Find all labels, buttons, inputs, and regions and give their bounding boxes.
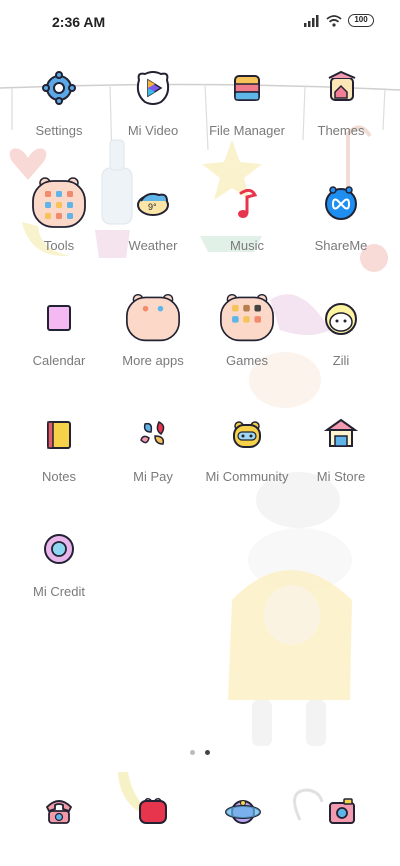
calendar-icon bbox=[31, 290, 87, 346]
music-note-icon bbox=[219, 175, 275, 231]
mi-pay-icon bbox=[125, 406, 181, 462]
mi-store-icon bbox=[313, 406, 369, 462]
mi-credit-icon bbox=[31, 521, 87, 577]
app-label: More apps bbox=[122, 353, 184, 368]
app-games[interactable]: Games bbox=[197, 290, 297, 368]
app-label: File Manager bbox=[209, 123, 285, 138]
app-label: Mi Store bbox=[316, 469, 366, 484]
themes-icon bbox=[313, 60, 369, 116]
app-tools[interactable]: Tools bbox=[9, 175, 109, 253]
messages-icon bbox=[139, 797, 167, 824]
page-dot[interactable] bbox=[190, 750, 195, 755]
app-label: Mi Community bbox=[205, 469, 289, 484]
app-label: ShareMe bbox=[314, 238, 368, 253]
app-shareme[interactable]: ShareMe bbox=[291, 175, 391, 253]
app-label: Mi Video bbox=[127, 123, 179, 138]
browser-icon bbox=[225, 800, 261, 824]
app-weather[interactable]: 9° Weather bbox=[103, 175, 203, 253]
tools-folder-icon bbox=[31, 175, 87, 231]
app-calendar[interactable]: Calendar bbox=[9, 290, 109, 368]
app-settings[interactable]: Settings bbox=[9, 60, 109, 138]
settings-icon bbox=[31, 60, 87, 116]
app-label: Games bbox=[226, 353, 268, 368]
app-mi-community[interactable]: Mi Community bbox=[197, 406, 297, 484]
dock-camera[interactable] bbox=[314, 783, 370, 839]
status-icons: 100 bbox=[304, 14, 374, 27]
app-file-manager[interactable]: File Manager bbox=[197, 60, 297, 138]
svg-text:9°: 9° bbox=[148, 202, 157, 212]
notes-icon bbox=[31, 406, 87, 462]
battery-icon: 100 bbox=[348, 14, 374, 27]
page-indicator[interactable] bbox=[190, 750, 210, 755]
app-notes[interactable]: Notes bbox=[9, 406, 109, 484]
app-label: Mi Pay bbox=[133, 469, 173, 484]
weather-icon: 9° bbox=[125, 175, 181, 231]
dock-phone[interactable] bbox=[31, 783, 87, 839]
phone-icon bbox=[45, 800, 73, 824]
dock-messages[interactable] bbox=[125, 783, 181, 839]
app-music[interactable]: Music bbox=[197, 175, 297, 253]
app-mi-pay[interactable]: Mi Pay bbox=[103, 406, 203, 484]
app-mi-video[interactable]: Mi Video bbox=[103, 60, 203, 138]
app-label: Themes bbox=[317, 123, 365, 138]
camera-icon bbox=[329, 798, 355, 824]
page-dot-current[interactable] bbox=[205, 750, 210, 755]
app-label: Weather bbox=[128, 238, 178, 253]
app-mi-credit[interactable]: Mi Credit bbox=[9, 521, 109, 599]
app-zili[interactable]: Zili bbox=[291, 290, 391, 368]
zili-icon bbox=[313, 290, 369, 346]
app-themes[interactable]: Themes bbox=[291, 60, 391, 138]
games-folder-icon bbox=[219, 290, 275, 346]
app-label: Mi Credit bbox=[32, 584, 85, 599]
mi-community-icon bbox=[219, 406, 275, 462]
app-label: Tools bbox=[43, 238, 75, 253]
app-label: Calendar bbox=[32, 353, 86, 368]
folder-icon bbox=[219, 60, 275, 116]
app-mi-store[interactable]: Mi Store bbox=[291, 406, 391, 484]
status-bar: 2:36 AM 100 bbox=[0, 0, 400, 44]
more-apps-folder-icon bbox=[125, 290, 181, 346]
app-more-apps[interactable]: More apps bbox=[103, 290, 203, 368]
dock-browser[interactable] bbox=[215, 783, 271, 839]
wifi-icon bbox=[326, 14, 342, 27]
app-label: Notes bbox=[42, 469, 76, 484]
play-icon bbox=[125, 60, 181, 116]
signal-icon bbox=[304, 14, 319, 27]
status-time: 2:36 AM bbox=[52, 14, 106, 30]
app-label: Zili bbox=[332, 353, 350, 368]
app-label: Music bbox=[230, 238, 264, 253]
shareme-icon bbox=[313, 175, 369, 231]
app-label: Settings bbox=[35, 123, 83, 138]
